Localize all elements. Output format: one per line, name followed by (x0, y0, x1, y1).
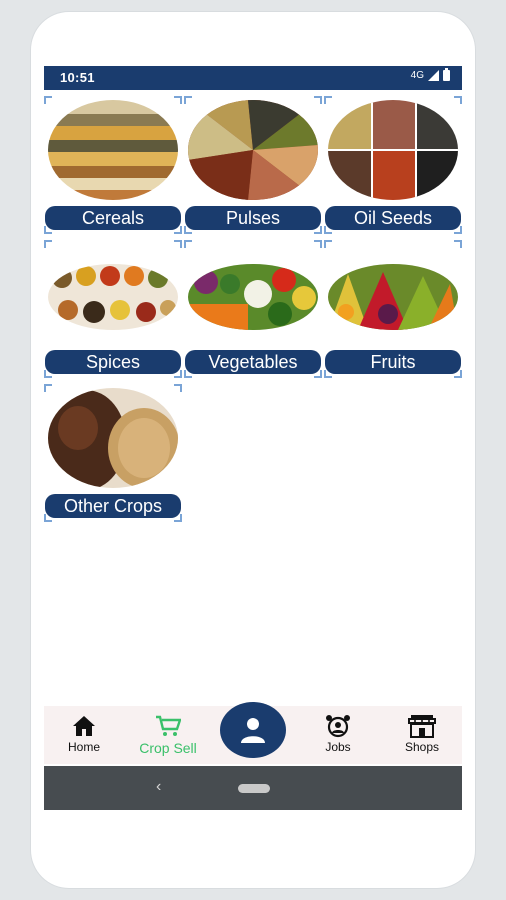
network-label: 4G (410, 70, 424, 81)
vegetables-photo (188, 264, 318, 330)
status-icons: 4G (410, 68, 450, 81)
alarm-clock-icon (298, 714, 378, 738)
status-time: 10:51 (60, 70, 95, 85)
spices-photo (48, 264, 178, 330)
nav-crop-sell[interactable]: Crop Sell (128, 714, 208, 756)
category-label: Oil Seeds (325, 206, 461, 230)
category-card-other-crops[interactable]: Other Crops (44, 384, 182, 522)
oil-seeds-photo (328, 100, 458, 200)
bottom-navigation: Home Crop Sell Jobs Shops (44, 702, 462, 764)
category-label: Spices (45, 350, 181, 374)
category-card-spices[interactable]: Spices (44, 240, 182, 378)
app-screen: 10:51 4G Cereals Pulses Oil Seeds Spices… (44, 66, 462, 810)
nav-jobs[interactable]: Jobs (298, 714, 378, 754)
shop-icon (382, 714, 462, 738)
home-icon (44, 714, 124, 738)
category-label: Cereals (45, 206, 181, 230)
signal-icon (428, 70, 439, 81)
system-navigation-bar: ‹ (44, 766, 462, 810)
nav-label: Shops (404, 740, 440, 754)
back-icon[interactable]: ‹ (156, 778, 161, 796)
nav-home[interactable]: Home (44, 714, 124, 754)
battery-icon (443, 68, 450, 81)
category-label: Vegetables (185, 350, 321, 374)
category-label: Pulses (185, 206, 321, 230)
category-label: Other Crops (45, 494, 181, 518)
fruits-photo (328, 264, 458, 330)
nav-label: Crop Sell (139, 740, 197, 756)
category-card-fruits[interactable]: Fruits (324, 240, 462, 378)
nav-shops[interactable]: Shops (382, 714, 462, 754)
cereals-photo (48, 100, 178, 200)
cart-icon (128, 714, 208, 738)
nav-label: Home (67, 740, 100, 754)
status-bar: 10:51 4G (44, 66, 462, 90)
nav-label: Jobs (325, 740, 351, 754)
profile-fab-button[interactable] (220, 702, 286, 758)
person-icon (241, 718, 265, 743)
category-card-cereals[interactable]: Cereals (44, 96, 182, 234)
category-card-oil-seeds[interactable]: Oil Seeds (324, 96, 462, 234)
category-label: Fruits (325, 350, 461, 374)
home-gesture-pill[interactable] (238, 784, 270, 793)
category-card-vegetables[interactable]: Vegetables (184, 240, 322, 378)
pulses-photo (188, 100, 318, 200)
category-card-pulses[interactable]: Pulses (184, 96, 322, 234)
other-crops-photo (48, 388, 178, 488)
